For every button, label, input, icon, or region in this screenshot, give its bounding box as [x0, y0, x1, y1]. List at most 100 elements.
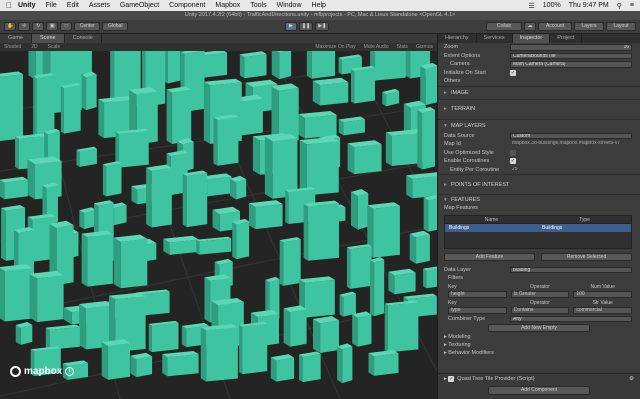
modeling-foldout[interactable]: Modeling [448, 334, 470, 340]
building-side [15, 136, 19, 170]
menu-window[interactable]: Window [277, 2, 302, 9]
building-side [15, 325, 21, 345]
search-icon[interactable]: ⚲ [617, 2, 622, 10]
menu-component[interactable]: Component [169, 2, 205, 9]
mute-toggle[interactable]: Mute Audio [364, 44, 389, 50]
behavior-foldout[interactable]: Behavior Modifiers [448, 350, 494, 356]
filter-operator-dropdown[interactable]: Is Greater [510, 291, 570, 298]
maximize-toggle[interactable]: Maximize On Play [315, 44, 355, 50]
entity-field[interactable]: 25 [510, 167, 632, 174]
combiner-dropdown[interactable]: Any [510, 315, 632, 322]
add-feature-button[interactable]: Add Feature [444, 252, 535, 261]
image-section[interactable]: ▸ IMAGE [438, 85, 640, 99]
building-face [279, 51, 292, 80]
tab-project[interactable]: Project [550, 34, 583, 43]
building-face [236, 179, 247, 200]
filters-row[interactable]: Filters [438, 274, 640, 283]
menu-tools[interactable]: Tools [250, 2, 266, 9]
building-side [204, 277, 211, 323]
filter-key-field[interactable]: type [448, 307, 507, 314]
modeling-row[interactable]: ▸ Modeling [438, 333, 640, 341]
texturing-row[interactable]: ▸ Texturing [438, 341, 640, 349]
filter-value-field[interactable]: 100 [573, 291, 633, 298]
tab-services[interactable]: Services [477, 34, 513, 43]
tab-console[interactable]: Console [65, 34, 102, 43]
2d-toggle[interactable]: 2D [31, 44, 37, 50]
apple-icon[interactable]:  [0, 1, 18, 10]
cloud-icon[interactable]: ☁ [524, 22, 537, 31]
rotate-tool-button[interactable]: ↻ [32, 22, 45, 31]
scene-view[interactable]: Game Scene Console Shaded 2D Scale Maxim… [0, 34, 437, 399]
others-row[interactable]: Others [438, 77, 640, 86]
building-side [113, 237, 121, 289]
extent-dropdown[interactable]: CameraBoundsTile [510, 52, 632, 59]
rect-tool-button[interactable]: □ [60, 22, 73, 31]
remove-selected-button[interactable]: Remove Selected [541, 252, 632, 261]
style-checkbox[interactable] [510, 149, 516, 156]
stats-toggle[interactable]: Stats [397, 44, 408, 50]
pivot-toggle[interactable]: Center [74, 22, 101, 31]
building-side [1, 207, 6, 261]
table-row[interactable]: Buildings Buildings [445, 223, 631, 232]
camera-field[interactable]: Main Camera (Camera) [510, 61, 632, 68]
map-id-field[interactable]: mapbox.3d-buildings,mapbox.mapbox-street… [510, 141, 632, 148]
features-section[interactable]: ▾ FEATURES [438, 194, 640, 204]
collab-button[interactable]: Collab [486, 22, 523, 31]
data-source-dropdown[interactable]: Custom [510, 132, 632, 139]
account-dropdown[interactable]: Account [538, 22, 573, 31]
gizmos-dropdown[interactable]: Gizmos [416, 44, 433, 50]
provider-row[interactable]: ▸ ✓ Quad Tree Tile Provider (Script) ⚙ [438, 374, 640, 384]
tab-inspector[interactable]: Inspector [512, 34, 551, 43]
menu-mapbox[interactable]: Mapbox [215, 2, 240, 9]
move-tool-button[interactable]: ✛ [18, 22, 31, 31]
add-component-button[interactable]: Add Component [488, 386, 590, 395]
step-button[interactable]: ▶❚ [315, 22, 330, 31]
col-type-header[interactable]: Type [538, 216, 631, 223]
layers-dropdown[interactable]: Layers [574, 22, 605, 31]
building-face [4, 268, 33, 322]
filters-foldout[interactable]: Filters [444, 275, 510, 281]
info-icon[interactable]: i [65, 367, 75, 376]
behavior-row[interactable]: ▸ Behavior Modifiers [438, 349, 640, 357]
menu-assets[interactable]: Assets [89, 2, 110, 9]
menu-unity[interactable]: Unity [18, 2, 36, 9]
building-face [242, 323, 268, 375]
tab-game[interactable]: Game [0, 34, 32, 43]
building-side [130, 355, 137, 378]
filter-key-field[interactable]: height [448, 291, 507, 298]
settings-icon[interactable]: ⚙ [629, 376, 634, 382]
data-layer-dropdown[interactable]: building [510, 266, 632, 273]
menu-edit[interactable]: Edit [67, 2, 79, 9]
others-foldout[interactable]: Others [444, 78, 510, 84]
filter-operator-dropdown[interactable]: Contains [510, 307, 570, 314]
pause-button[interactable]: ❚❚ [298, 22, 314, 31]
terrain-section[interactable]: ▸ TERRAIN [438, 98, 640, 119]
poi-section[interactable]: ▸ POINTS OF INTEREST [438, 174, 640, 194]
menu-help[interactable]: Help [312, 2, 326, 9]
shading-dropdown[interactable]: Shaded [4, 44, 21, 50]
scale-tool-button[interactable]: ▣ [46, 22, 59, 31]
texturing-foldout[interactable]: Texturing [448, 342, 470, 348]
menu-list-icon[interactable]: ≡ [630, 2, 634, 9]
play-button[interactable]: ▶ [284, 22, 297, 31]
provider-checkbox[interactable]: ✓ [448, 376, 455, 382]
init-checkbox[interactable]: ✓ [510, 69, 516, 76]
coroutine-checkbox[interactable]: ✓ [510, 158, 516, 165]
col-name-header[interactable]: Name [445, 216, 538, 223]
add-empty-button[interactable]: Add New Empty [488, 324, 590, 332]
space-toggle[interactable]: Global [102, 22, 129, 31]
hand-tool-button[interactable]: ✋ [4, 22, 17, 31]
zoom-slider[interactable]: 16 [510, 44, 632, 51]
building-face [412, 176, 437, 199]
menu-file[interactable]: File [46, 2, 57, 9]
filter-value-field[interactable]: commercial [573, 307, 633, 314]
layout-dropdown[interactable]: Layout [606, 22, 637, 31]
tab-hierarchy[interactable]: Hierarchy [438, 34, 477, 43]
clock[interactable]: Thu 9:47 PM [569, 2, 609, 9]
map-layers-section[interactable]: ▾ MAP LAYERS [438, 118, 640, 132]
menu-gameobject[interactable]: GameObject [120, 2, 159, 9]
wifi-icon[interactable]: ☰ [529, 2, 535, 10]
tab-scene[interactable]: Scene [31, 34, 65, 43]
city-3d-view[interactable] [0, 51, 437, 399]
building-side [312, 319, 321, 354]
